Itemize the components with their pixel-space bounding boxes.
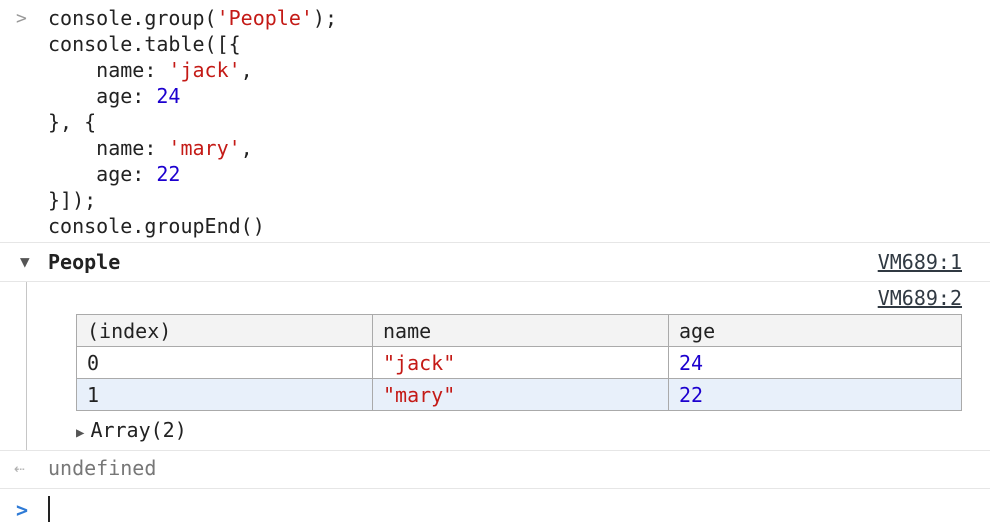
code-token: , xyxy=(240,58,253,82)
code-token: console.group( xyxy=(48,6,217,30)
group-title: People xyxy=(48,250,121,274)
prompt-chevron-icon: > xyxy=(16,498,29,522)
separator xyxy=(0,242,990,243)
code-token: 24 xyxy=(156,84,181,108)
table-cell-index: 0 xyxy=(76,346,373,379)
code-token: , xyxy=(240,136,253,160)
code-line: console.groupEnd() xyxy=(48,213,337,239)
console-group-body: VM689:2 (index) name age 0 "jack" 24 1 "… xyxy=(0,282,990,450)
table-header-age[interactable]: age xyxy=(668,314,962,347)
code-token: 'jack' xyxy=(168,58,241,82)
code-token: console.table([{ xyxy=(48,32,241,56)
array-expander[interactable]: ▶ Array(2) xyxy=(76,418,187,442)
console-table: (index) name age 0 "jack" 24 1 "mary" 22 xyxy=(76,314,962,411)
table-row: 0 "jack" 24 xyxy=(76,346,962,379)
code-token: console.groupEnd() xyxy=(48,214,265,238)
table-cell-age: 24 xyxy=(668,346,962,379)
group-indent-bar xyxy=(26,282,27,450)
code-token: 'People' xyxy=(216,6,313,30)
array-label: Array(2) xyxy=(90,418,187,442)
console-result-row: ⇠ undefined xyxy=(0,452,990,488)
console-input[interactable]: > xyxy=(0,490,990,532)
code-line: age: 22 xyxy=(48,161,337,187)
table-cell-name: "jack" xyxy=(372,346,669,379)
code-line: }, { xyxy=(48,109,337,135)
separator xyxy=(0,450,990,451)
input-echo-chevron-icon: > xyxy=(16,8,27,29)
code-token: }, { xyxy=(48,110,97,134)
code-token: age: xyxy=(48,84,157,108)
code-token: age: xyxy=(48,162,157,186)
code-line: name: 'mary', xyxy=(48,135,337,161)
code-token: 'mary' xyxy=(168,136,241,160)
code-token: 22 xyxy=(156,162,181,186)
table-header-name[interactable]: name xyxy=(372,314,669,347)
input-code-block: console.group('People'); console.table([{… xyxy=(48,5,337,239)
code-line: console.table([{ xyxy=(48,31,337,57)
code-line: age: 24 xyxy=(48,83,337,109)
code-token: name: xyxy=(48,136,169,160)
separator xyxy=(0,488,990,489)
table-row: 1 "mary" 22 xyxy=(76,378,962,411)
triangle-right-icon[interactable]: ▶ xyxy=(76,425,84,441)
result-value: undefined xyxy=(48,456,157,480)
table-header-row: (index) name age xyxy=(76,314,962,347)
table-cell-age: 22 xyxy=(668,378,962,411)
code-token: ); xyxy=(312,6,337,30)
source-link-table[interactable]: VM689:2 xyxy=(878,286,962,310)
result-arrow-icon: ⇠ xyxy=(14,458,25,479)
code-token: }]); xyxy=(48,188,97,212)
table-cell-name: "mary" xyxy=(372,378,669,411)
code-token: name: xyxy=(48,58,169,82)
table-header-index[interactable]: (index) xyxy=(76,314,373,347)
source-link-group[interactable]: VM689:1 xyxy=(878,250,962,274)
triangle-down-icon[interactable]: ▼ xyxy=(20,252,30,271)
code-line: name: 'jack', xyxy=(48,57,337,83)
code-line: }]); xyxy=(48,187,337,213)
text-caret xyxy=(48,496,50,522)
table-cell-index: 1 xyxy=(76,378,373,411)
console-group-header[interactable]: ▼ People VM689:1 xyxy=(0,246,990,280)
code-line: console.group('People'); xyxy=(48,5,337,31)
